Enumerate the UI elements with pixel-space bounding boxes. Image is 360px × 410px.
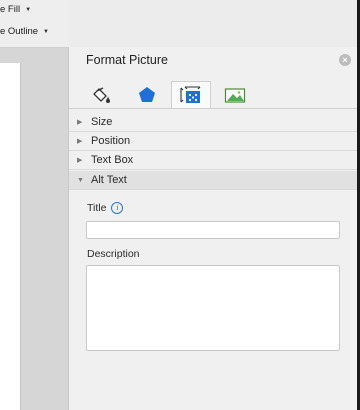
section-label: Position bbox=[91, 135, 131, 147]
section-label: Alt Text bbox=[91, 174, 127, 186]
tabs-divider bbox=[69, 108, 358, 109]
chevron-down-icon[interactable]: ▼ bbox=[43, 29, 49, 35]
chevron-down-icon: ▼ bbox=[77, 176, 84, 184]
section-alt-text[interactable]: ▼ Alt Text bbox=[69, 171, 358, 190]
size-properties-icon bbox=[180, 86, 201, 103]
section-size[interactable]: ▶ Size bbox=[69, 113, 358, 132]
alt-description-label: Description bbox=[87, 248, 140, 260]
chevron-down-icon[interactable]: ▼ bbox=[25, 7, 31, 13]
tab-fill-line[interactable] bbox=[83, 81, 123, 108]
chevron-right-icon: ▶ bbox=[77, 119, 83, 126]
section-position[interactable]: ▶ Position bbox=[69, 132, 358, 151]
tab-effects[interactable] bbox=[127, 81, 167, 108]
ribbon: e Fill ▼ e Outline ▼ bbox=[0, 0, 68, 47]
slide-page[interactable] bbox=[0, 63, 21, 410]
chevron-right-icon: ▶ bbox=[77, 157, 83, 164]
info-icon[interactable]: i bbox=[111, 202, 124, 214]
title-label-text: Title bbox=[87, 202, 107, 214]
alt-description-input[interactable] bbox=[86, 265, 340, 351]
effects-pentagon-icon bbox=[139, 86, 155, 102]
pane-title: Format Picture bbox=[86, 53, 168, 67]
chevron-right-icon: ▶ bbox=[77, 138, 83, 145]
shape-fill-label: e Fill bbox=[0, 4, 21, 15]
shape-outline-button[interactable]: e Outline ▼ bbox=[0, 26, 49, 37]
document-canvas bbox=[0, 48, 68, 410]
section-label: Text Box bbox=[91, 154, 134, 166]
shape-outline-label: e Outline bbox=[0, 26, 39, 37]
tab-picture[interactable] bbox=[215, 81, 255, 108]
alt-title-input[interactable] bbox=[86, 221, 340, 239]
close-icon[interactable]: × bbox=[339, 54, 351, 66]
section-text-box[interactable]: ▶ Text Box bbox=[69, 151, 358, 170]
shape-fill-button[interactable]: e Fill ▼ bbox=[0, 4, 31, 15]
picture-icon bbox=[224, 87, 246, 103]
tab-size-properties[interactable] bbox=[171, 81, 211, 108]
fill-bucket-icon bbox=[93, 86, 110, 103]
alt-title-label: Title i bbox=[87, 202, 124, 214]
format-picture-pane: Format Picture × ▶ Size ▶ Position ▶ Tex… bbox=[68, 47, 358, 410]
format-tabs bbox=[83, 81, 259, 108]
section-label: Size bbox=[91, 116, 113, 128]
